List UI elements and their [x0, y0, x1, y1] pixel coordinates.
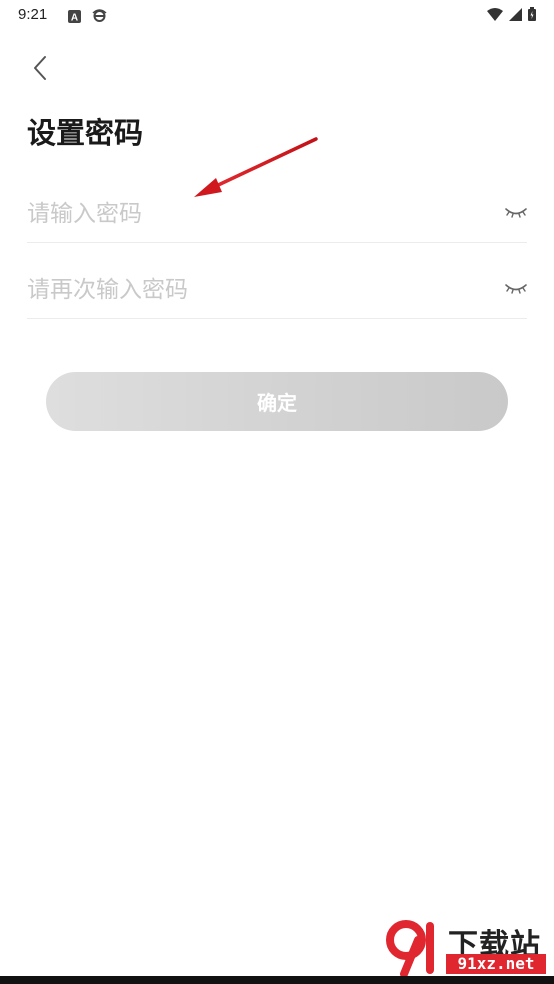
confirm-password-field [27, 262, 527, 319]
password-input[interactable] [27, 186, 487, 242]
confirm-password-input[interactable] [27, 262, 487, 318]
confirm-visibility-toggle[interactable] [505, 280, 527, 296]
confirm-button[interactable]: 确定 [46, 372, 508, 431]
status-icons [487, 7, 536, 21]
watermark: 下载站 91xz.net [384, 920, 554, 976]
ie-browser-icon [92, 8, 107, 22]
battery-icon [528, 7, 536, 21]
password-field [27, 186, 527, 243]
password-visibility-toggle[interactable] [505, 204, 527, 220]
signal-icon [509, 7, 522, 21]
svg-text:A: A [71, 13, 78, 24]
status-time: 9:21 [18, 6, 48, 23]
back-button[interactable] [24, 50, 56, 86]
closed-eye-icon [505, 208, 527, 218]
closed-eye-icon [505, 284, 527, 294]
site-logo-icon [386, 920, 434, 976]
a-app-icon: A [68, 8, 81, 24]
watermark-url: 91xz.net [446, 954, 546, 974]
navigation-bar [0, 976, 554, 984]
status-bar: 9:21 A [0, 0, 554, 32]
chevron-left-icon [34, 56, 46, 80]
wifi-icon [487, 7, 503, 21]
page-title: 设置密码 [27, 116, 144, 150]
